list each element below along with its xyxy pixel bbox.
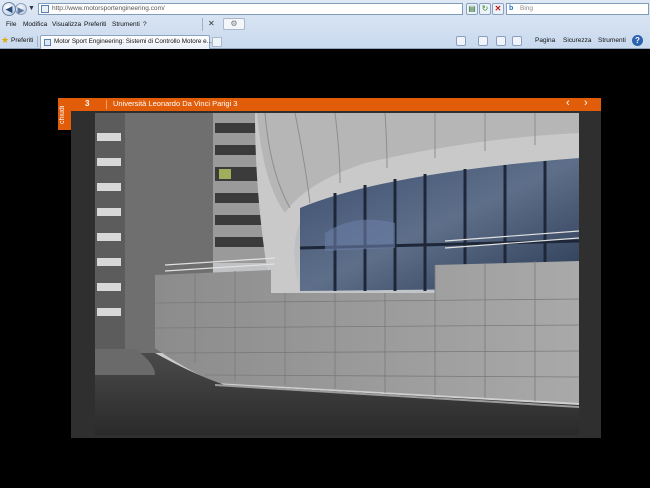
home-icon[interactable]: [456, 36, 466, 46]
stop-icon[interactable]: ✕: [492, 3, 504, 15]
bing-logo-icon: b: [509, 5, 514, 12]
divider: [106, 100, 107, 109]
divider: [37, 36, 38, 47]
toolbar-addon: ✕ ⚙: [202, 18, 247, 31]
slide-number: 3: [85, 99, 90, 108]
back-arrow-icon: ◀: [5, 4, 13, 14]
tab-page-icon: [44, 39, 51, 46]
help-icon[interactable]: ?: [632, 35, 643, 46]
new-tab-button[interactable]: [212, 37, 222, 47]
favorites-button[interactable]: Preferiti: [11, 37, 33, 44]
next-arrow-icon[interactable]: ›: [584, 97, 588, 109]
tab-title: Motor Sport Engineering: Sistemi di Cont…: [54, 38, 212, 45]
back-button[interactable]: ◀: [2, 2, 16, 16]
photo-frame: [71, 111, 601, 438]
forward-button[interactable]: ▶: [15, 3, 27, 15]
menu-bar: File Modifica Visualizza Preferiti Strum…: [0, 17, 650, 33]
building-photo: [95, 113, 579, 435]
forward-arrow-icon: ▶: [17, 5, 25, 15]
favorites-bar: ★ Preferiti Motor Sport Engineering: Sis…: [0, 34, 650, 49]
compatibility-view-icon[interactable]: ▤: [466, 3, 478, 15]
address-text[interactable]: http://www.motorsportengineering.com/: [52, 4, 165, 14]
history-dropdown-icon[interactable]: ▼: [28, 5, 35, 12]
menu-help[interactable]: ?: [143, 21, 147, 28]
page-content: 3 Università Leonardo Da Vinci Parigi 3 …: [0, 50, 650, 488]
command-sicurezza[interactable]: Sicurezza: [563, 37, 592, 44]
previous-arrow-icon[interactable]: ‹: [566, 97, 570, 109]
page-icon: [41, 5, 49, 13]
command-pagina[interactable]: Pagina: [535, 37, 555, 44]
refresh-icon[interactable]: ↻: [479, 3, 491, 15]
menu-file[interactable]: File: [6, 21, 16, 28]
gear-icon[interactable]: ⚙: [223, 18, 245, 30]
print-icon[interactable]: [512, 36, 522, 46]
browser-chrome: ◀ ▶ ▼ http://www.motorsportengineering.c…: [0, 0, 650, 49]
gallery-header: 3 Università Leonardo Da Vinci Parigi 3 …: [58, 97, 601, 111]
menu-modifica[interactable]: Modifica: [23, 21, 47, 28]
browser-tab[interactable]: Motor Sport Engineering: Sistemi di Cont…: [40, 35, 212, 49]
menu-strumenti[interactable]: Strumenti: [112, 21, 140, 28]
slide-title: Università Leonardo Da Vinci Parigi 3: [113, 99, 238, 108]
menu-preferiti[interactable]: Preferiti: [84, 21, 106, 28]
close-label: chiudi: [59, 105, 66, 125]
feeds-icon[interactable]: [478, 36, 488, 46]
star-icon[interactable]: ★: [1, 35, 9, 46]
command-strumenti[interactable]: Strumenti: [598, 37, 626, 44]
search-input[interactable]: Bing: [520, 4, 533, 14]
menu-visualizza[interactable]: Visualizza: [52, 21, 81, 28]
search-box[interactable]: b Bing: [506, 3, 649, 15]
mail-icon[interactable]: [496, 36, 506, 46]
close-gallery-button[interactable]: chiudi: [58, 100, 71, 130]
gallery-photo: [95, 113, 579, 435]
close-icon[interactable]: ✕: [208, 19, 215, 28]
address-bar[interactable]: http://www.motorsportengineering.com/: [38, 3, 463, 15]
